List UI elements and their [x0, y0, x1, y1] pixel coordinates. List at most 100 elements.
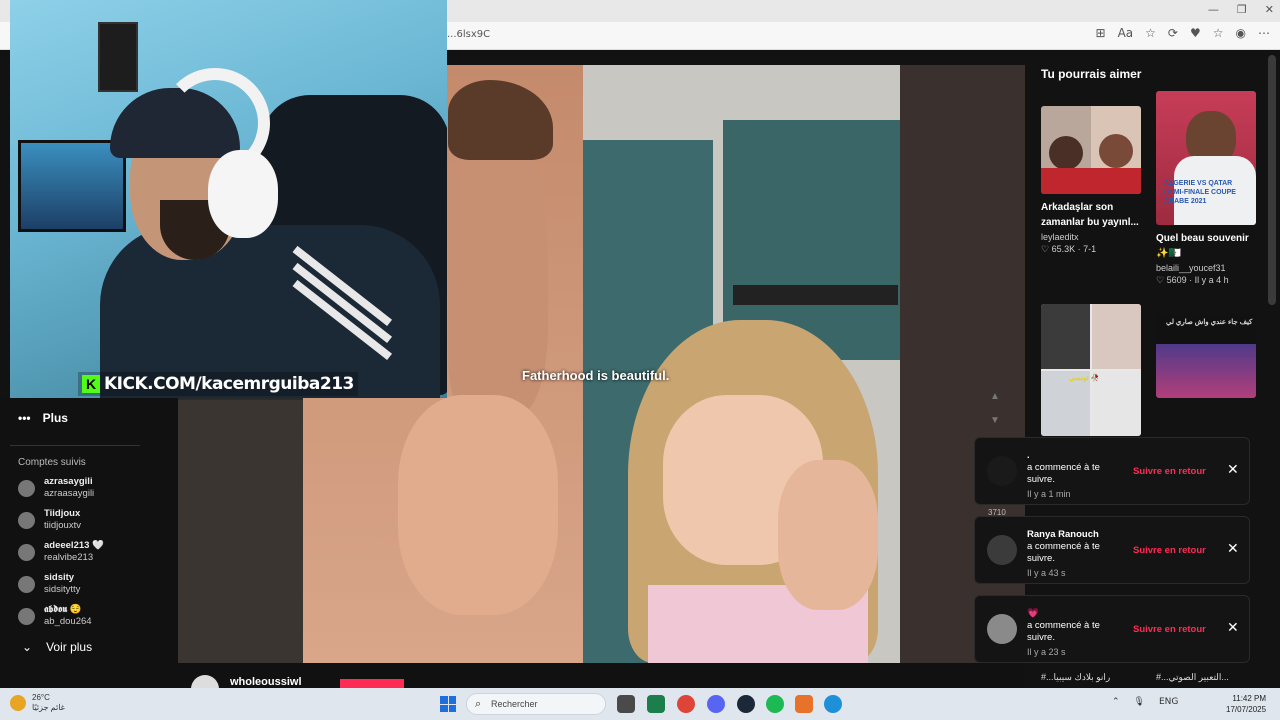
followed-account-name: adeeel213 🤍 [44, 540, 104, 551]
followed-account-handle: ab_dou264 [44, 616, 92, 627]
notification-avatar[interactable] [987, 614, 1017, 644]
close-icon[interactable]: ✕ [1227, 620, 1239, 636]
kick-logo-icon: K [82, 375, 100, 393]
followed-account-handle: realvibe213 [44, 552, 94, 563]
profile-icon[interactable]: ◉ [1236, 26, 1246, 40]
notification-body: . a commencé à te suivre. Il y a 1 min [1027, 450, 1109, 500]
reco-card[interactable]: ALGERIE VS QATAR DEMI-FINALE COUPE ARABE… [1156, 91, 1256, 286]
notification-user[interactable]: Ranya Ranouch [1027, 529, 1109, 541]
follow-notification: . a commencé à te suivre. Il y a 1 min S… [974, 437, 1250, 505]
reco-stats: ♡ 65.3K · 7-1 [1041, 244, 1097, 254]
notification-time: Il y a 43 s [1027, 568, 1066, 578]
edge-icon[interactable] [824, 695, 842, 713]
microphone-icon[interactable]: 🎙 [1134, 697, 1145, 707]
followed-account-item[interactable]: azrasaygili azraasaygili [18, 475, 178, 501]
search-icon: ⌕ [475, 697, 482, 710]
windows-taskbar: 26°C غائم جزئيًا ⌕ Rechercher ⌃ 🎙 ENG 11… [0, 688, 1280, 720]
window-controls: — ❐ ✕ [1208, 3, 1274, 16]
see-more-link[interactable]: ⌄ Voir plus [22, 640, 92, 654]
video-nav-arrows: ▲ ▼ [990, 385, 1000, 433]
recommendations-scrollbar[interactable] [1268, 55, 1276, 305]
follow-back-button[interactable]: Suivre en retour [1133, 545, 1206, 556]
split-screen-icon[interactable]: ⊞ [1096, 26, 1106, 40]
clock-date: 17/07/2025 [1226, 705, 1267, 714]
followed-account-name: 𝖆𝖇𝖉𝖔𝖚 😌 [44, 604, 82, 615]
creator-name[interactable]: wholeoussiwl [230, 676, 302, 688]
clock-time: 11:42 PM [1232, 694, 1267, 703]
maximize-button[interactable]: ❐ [1237, 3, 1247, 16]
refresh-icon[interactable]: ⟳ [1168, 26, 1178, 40]
notification-avatar[interactable] [987, 535, 1017, 565]
read-aloud-icon[interactable]: Aa [1118, 26, 1134, 40]
followed-account-item[interactable]: 𝖆𝖇𝖉𝖔𝖚 😌 ab_dou264 [18, 603, 178, 629]
notification-body: 💗 a commencé à te suivre. Il y a 23 s [1027, 608, 1109, 658]
language-indicator[interactable]: ENG [1159, 697, 1178, 707]
reco-thumbnail[interactable] [1041, 106, 1141, 194]
chevron-up-icon[interactable]: ▲ [990, 385, 1000, 409]
notification-avatar[interactable] [987, 456, 1017, 486]
more-dots-icon: ••• [18, 411, 31, 425]
followed-account-names: azrasaygili azraasaygili [44, 476, 94, 500]
followed-account-name: azrasaygili [44, 476, 93, 487]
chrome-icon[interactable] [677, 695, 695, 713]
task-view-icon[interactable] [617, 695, 635, 713]
app-icon-orange[interactable] [795, 695, 813, 713]
streamer-webcam: K KICK.COM/kacemrguiba213 [10, 0, 447, 398]
menu-icon[interactable]: ⋯ [1258, 26, 1270, 40]
see-more-label: Voir plus [46, 640, 93, 654]
extensions-icon[interactable]: ♥ [1190, 26, 1201, 40]
followed-account-item[interactable]: adeeel213 🤍 realvibe213 [18, 539, 178, 565]
followed-account-names: adeeel213 🤍 realvibe213 [44, 540, 104, 564]
thumb-tile [1092, 371, 1141, 436]
avatar [18, 511, 35, 529]
thumb-person [1099, 134, 1133, 168]
reco-thumbnail[interactable]: ALGERIE VS QATAR DEMI-FINALE COUPE ARABE… [1156, 91, 1256, 225]
windows-start-icon[interactable] [440, 696, 456, 712]
notification-user[interactable]: . [1027, 450, 1109, 462]
wall-frame [98, 22, 138, 92]
notification-time: Il y a 1 min [1027, 489, 1071, 499]
chevron-down-icon[interactable]: ▼ [990, 409, 1000, 433]
close-icon[interactable]: ✕ [1227, 462, 1239, 478]
favorite-star-icon[interactable]: ☆ [1145, 26, 1156, 40]
minimize-button[interactable]: — [1208, 3, 1219, 16]
reco-card[interactable]: تونسي 🥀 [1041, 304, 1141, 436]
spotify-icon[interactable] [766, 695, 784, 713]
weather-desc: غائم جزئيًا [32, 703, 65, 712]
thumb-tile [1092, 304, 1141, 369]
reco-caption[interactable]: #...رانو بلادك سيبيا [1041, 672, 1110, 683]
reco-author[interactable]: leylaeditx [1041, 232, 1141, 242]
notification-user[interactable]: 💗 [1027, 608, 1109, 620]
steam-icon[interactable] [737, 695, 755, 713]
close-icon[interactable]: ✕ [1227, 541, 1239, 557]
video-oven [733, 285, 898, 305]
reco-author[interactable]: belaili__youcef31 [1156, 263, 1256, 273]
tray-chevron-icon[interactable]: ⌃ [1112, 697, 1120, 707]
reco-stats: ♡ 5609 · Il y a 4 h [1156, 275, 1229, 285]
reco-caption[interactable]: #...التعبير الصوتي... [1156, 672, 1229, 683]
more-menu-item[interactable]: ••• Plus [18, 411, 68, 425]
discord-icon[interactable] [707, 695, 725, 713]
url-text[interactable]: ...6lsx9C [447, 29, 490, 40]
followed-account-handle: tiidjouxtv [44, 520, 81, 531]
reco-thumbnail[interactable]: كيف جاء عندي واش صاري لي [1156, 314, 1256, 398]
favorites-icon[interactable]: ☆ [1213, 26, 1224, 40]
reco-thumbnail[interactable]: تونسي 🥀 [1041, 304, 1141, 436]
follow-back-button[interactable]: Suivre en retour [1133, 466, 1206, 477]
recommendations-title: Tu pourrais aimer [1041, 67, 1142, 81]
weather-widget[interactable]: 26°C غائم جزئيًا [10, 693, 65, 713]
followed-account-name: Tiidjoux [44, 508, 81, 519]
follow-back-button[interactable]: Suivre en retour [1133, 624, 1206, 635]
reco-card[interactable]: كيف جاء عندي واش صاري لي [1156, 314, 1256, 398]
video-subtitle: Fatherhood is beautiful. [522, 368, 670, 383]
followed-account-item[interactable]: Tiidjoux tiidjouxtv [18, 507, 178, 533]
followed-account-item[interactable]: sidsity sidsitytty [18, 571, 178, 597]
weather-icon [10, 695, 26, 711]
notification-body: Ranya Ranouch a commencé à te suivre. Il… [1027, 529, 1109, 579]
reco-card[interactable]: Arkadaşlar son zamanlar bu yayınl... ley… [1041, 106, 1141, 255]
app-icon-green[interactable] [647, 695, 665, 713]
below-video-bar: wholeoussiwl [178, 663, 1025, 703]
taskbar-search[interactable]: ⌕ Rechercher [466, 693, 606, 715]
taskbar-clock[interactable]: 11:42 PM 17/07/2025 [1226, 693, 1266, 715]
close-window-button[interactable]: ✕ [1265, 3, 1274, 16]
